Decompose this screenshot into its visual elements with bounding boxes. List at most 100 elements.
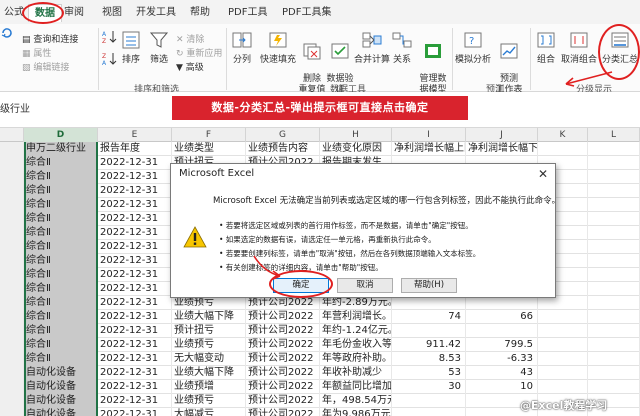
cell[interactable]: 8.53 — [392, 352, 466, 366]
cell[interactable]: 自动化设备 — [24, 408, 98, 416]
cell[interactable]: 10 — [466, 380, 538, 394]
cell[interactable]: 2022-12-31 — [98, 338, 172, 352]
cell[interactable]: 业绩预亏 — [172, 296, 246, 310]
cell[interactable]: 799.5 — [466, 338, 538, 352]
advanced-filter-button[interactable]: ▼ 高级 — [176, 60, 204, 73]
cell[interactable] — [588, 226, 640, 240]
cancel-button[interactable]: 取消 — [337, 278, 393, 293]
cell[interactable]: 66 — [466, 310, 538, 324]
row-header[interactable] — [0, 226, 24, 240]
cell[interactable]: 年毛份金收入等。 — [320, 338, 392, 352]
cell[interactable]: 无大幅变动 — [172, 352, 246, 366]
cell[interactable]: 报告年度 — [98, 142, 172, 156]
cell[interactable]: 2022-12-31 — [98, 240, 172, 254]
cell[interactable]: 2022-12-31 — [98, 408, 172, 416]
cell[interactable]: 预计公司2022 — [246, 324, 320, 338]
reapply-button[interactable]: ↻ 重新应用 — [176, 46, 222, 59]
row-header[interactable] — [0, 198, 24, 212]
cell[interactable]: 年为9,986万元 — [320, 408, 392, 416]
cell[interactable]: 年额益同比增加 — [320, 380, 392, 394]
tab-help[interactable]: 帮助 — [190, 4, 210, 22]
cell[interactable]: 业绩预告内容 — [246, 142, 320, 156]
cell[interactable]: 预计公司2022 — [246, 366, 320, 380]
cell[interactable]: 911.42 — [392, 338, 466, 352]
cell[interactable]: 大幅减亏 — [172, 408, 246, 416]
row-header[interactable] — [0, 394, 24, 408]
cell[interactable]: 预计公司2022 — [246, 394, 320, 408]
cell[interactable]: 综合Ⅱ — [24, 156, 98, 170]
row-header[interactable] — [0, 212, 24, 226]
cell[interactable] — [588, 184, 640, 198]
cell[interactable]: 业绩大幅下降 — [172, 310, 246, 324]
cell[interactable]: 年约-1.24亿元。 — [320, 324, 392, 338]
cell[interactable]: 综合Ⅱ — [24, 198, 98, 212]
cell[interactable]: 2022-12-31 — [98, 184, 172, 198]
row-header[interactable] — [0, 296, 24, 310]
row-header[interactable] — [0, 142, 24, 156]
tab-view[interactable]: 视图 — [102, 4, 122, 22]
sort-az-icon[interactable]: AZ — [102, 30, 118, 47]
row-header[interactable] — [0, 170, 24, 184]
cell[interactable] — [538, 142, 588, 156]
cell[interactable]: 74 — [392, 310, 466, 324]
corner-cell[interactable] — [0, 128, 24, 142]
cell[interactable] — [538, 352, 588, 366]
edit-links-button[interactable]: ▧ 编辑链接 — [22, 60, 69, 73]
cell[interactable] — [588, 198, 640, 212]
cell[interactable]: 2022-12-31 — [98, 310, 172, 324]
cell[interactable] — [538, 366, 588, 380]
help-button[interactable]: 帮助(H) — [401, 278, 457, 293]
cell[interactable]: 综合Ⅱ — [24, 268, 98, 282]
cell[interactable]: 业绩预亏 — [172, 394, 246, 408]
cell[interactable] — [588, 296, 640, 310]
cell[interactable]: 2022-12-31 — [98, 296, 172, 310]
cell[interactable] — [538, 324, 588, 338]
cell[interactable]: -6.33 — [466, 352, 538, 366]
cell[interactable]: 2022-12-31 — [98, 380, 172, 394]
cell[interactable]: 综合Ⅱ — [24, 226, 98, 240]
column-header-j[interactable]: J — [466, 128, 538, 142]
text-to-columns-button[interactable]: 分列 — [230, 30, 254, 65]
row-header[interactable] — [0, 310, 24, 324]
refresh-icon[interactable] — [0, 26, 14, 43]
cell[interactable]: 2022-12-31 — [98, 226, 172, 240]
what-if-analysis-button[interactable]: ? 模拟分析 — [454, 30, 492, 65]
cell[interactable]: 30 — [392, 380, 466, 394]
row-header[interactable] — [0, 408, 24, 416]
column-header-d[interactable]: D — [24, 128, 98, 142]
close-icon[interactable]: ✕ — [535, 166, 551, 182]
column-header-g[interactable]: G — [246, 128, 320, 142]
cell[interactable]: 预计公司2022 — [246, 408, 320, 416]
cell[interactable]: 业绩类型 — [172, 142, 246, 156]
cell[interactable]: 年营利润增长。 — [320, 310, 392, 324]
cell[interactable] — [588, 156, 640, 170]
tab-pdf-toolset[interactable]: PDF工具集 — [282, 4, 331, 22]
row-header[interactable] — [0, 324, 24, 338]
column-header-f[interactable]: F — [172, 128, 246, 142]
tab-review[interactable]: 审阅 — [64, 4, 84, 22]
cell[interactable]: 自动化设备 — [24, 380, 98, 394]
cell[interactable]: 业绩预亏 — [172, 338, 246, 352]
cell[interactable]: 2022-12-31 — [98, 394, 172, 408]
queries-connections-button[interactable]: ▤ 查询和连接 — [22, 32, 78, 45]
row-header[interactable] — [0, 352, 24, 366]
cell[interactable] — [588, 366, 640, 380]
sort-button[interactable]: 排序 — [118, 30, 144, 65]
remove-duplicates-button[interactable]: 删除 重复值 — [298, 30, 326, 96]
row-header[interactable] — [0, 380, 24, 394]
cell[interactable]: 2022-12-31 — [98, 198, 172, 212]
column-header-h[interactable]: H — [320, 128, 392, 142]
cell[interactable]: 综合Ⅱ — [24, 310, 98, 324]
cell[interactable]: 53 — [392, 366, 466, 380]
cell[interactable] — [588, 352, 640, 366]
properties-button[interactable]: ▦ 属性 — [22, 46, 51, 59]
cell[interactable] — [538, 310, 588, 324]
cell[interactable] — [392, 296, 466, 310]
cell[interactable]: 2022-12-31 — [98, 352, 172, 366]
cell[interactable] — [588, 170, 640, 184]
cell[interactable] — [588, 324, 640, 338]
cell[interactable] — [466, 324, 538, 338]
cell[interactable]: 2022-12-31 — [98, 282, 172, 296]
cell[interactable]: 综合Ⅱ — [24, 352, 98, 366]
cell[interactable]: 2022-12-31 — [98, 212, 172, 226]
